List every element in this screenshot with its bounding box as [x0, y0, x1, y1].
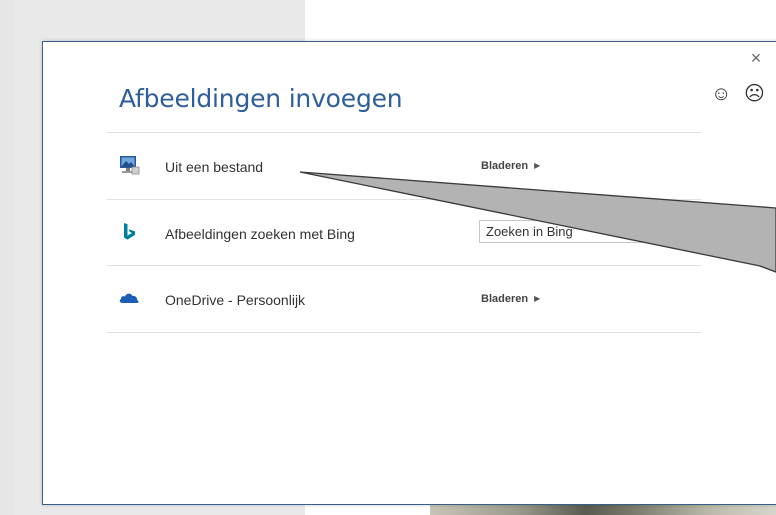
smile-feedback-icon[interactable]: ☺: [711, 84, 731, 104]
chevron-right-icon: ▶: [534, 294, 541, 303]
browse-file-button[interactable]: Bladeren ▶: [481, 160, 540, 172]
close-icon[interactable]: ×: [748, 49, 764, 67]
onedrive-icon: [118, 288, 140, 308]
browse-onedrive-label: Bladeren: [481, 293, 529, 305]
source-row-onedrive: OneDrive - Persoonlijk Bladeren ▶: [107, 266, 707, 332]
frown-feedback-icon[interactable]: ☹: [744, 84, 765, 104]
source-row-bing: Afbeeldingen zoeken met Bing: [107, 200, 707, 266]
browse-onedrive-button[interactable]: Bladeren ▶: [481, 293, 540, 305]
bing-search-input[interactable]: [479, 220, 701, 243]
separator: [107, 332, 701, 333]
source-label-onedrive: OneDrive - Persoonlijk: [165, 292, 306, 308]
chevron-right-icon: ▶: [534, 161, 541, 170]
dialog-title: Afbeeldingen invoegen: [119, 84, 403, 113]
source-label-file: Uit een bestand: [165, 159, 264, 175]
source-row-file: Uit een bestand Bladeren ▶: [107, 133, 707, 199]
source-label-bing: Afbeeldingen zoeken met Bing: [165, 226, 355, 242]
bing-icon: [118, 222, 140, 242]
browse-file-label: Bladeren: [481, 160, 529, 172]
insert-pictures-dialog: × Afbeeldingen invoegen ☺ ☹ Uit een best…: [42, 41, 776, 505]
computer-icon: [118, 155, 140, 175]
